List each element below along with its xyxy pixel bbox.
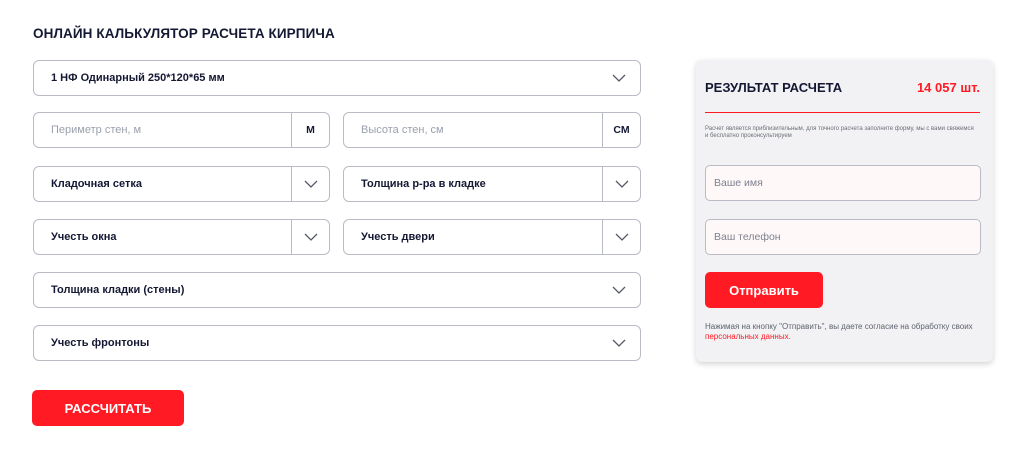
height-input[interactable]: Высота стен, см: [344, 124, 602, 136]
mesh-select[interactable]: Кладочная сетка: [33, 166, 330, 202]
consent-message: Нажимая на кнопку "Отправить", вы даете …: [705, 322, 973, 331]
doors-select[interactable]: Учесть двери: [343, 219, 641, 255]
windows-label: Учесть окна: [51, 231, 117, 243]
wall-thickness-select[interactable]: Толщина кладки (стены): [33, 272, 641, 308]
mortar-thickness-label: Толщина р-ра в кладке: [361, 178, 486, 190]
brick-type-value: 1 НФ Одинарный 250*120*65 мм: [51, 72, 225, 84]
perimeter-field[interactable]: Периметр стен, м М: [33, 112, 330, 148]
doors-label: Учесть двери: [361, 231, 435, 243]
gables-select[interactable]: Учесть фронтоны: [33, 325, 641, 361]
perimeter-unit: М: [291, 113, 329, 147]
brick-type-select[interactable]: 1 НФ Одинарный 250*120*65 мм: [33, 60, 641, 96]
gables-label: Учесть фронтоны: [51, 337, 150, 349]
chevron-down-icon: [612, 71, 626, 85]
mesh-label: Кладочная сетка: [51, 178, 142, 190]
chevron-down-icon: [304, 230, 318, 244]
name-input[interactable]: Ваше имя: [705, 165, 981, 201]
submit-button[interactable]: Отправить: [705, 272, 823, 308]
chevron-down-icon: [304, 177, 318, 191]
doors-dropdown-toggle[interactable]: [602, 220, 640, 254]
height-field[interactable]: Высота стен, см СМ: [343, 112, 641, 148]
page-title: ОНЛАЙН КАЛЬКУЛЯТОР РАСЧЕТА КИРПИЧА: [33, 26, 335, 41]
mortar-thickness-select[interactable]: Толщина р-ра в кладке: [343, 166, 641, 202]
mesh-dropdown-toggle[interactable]: [291, 167, 329, 201]
chevron-down-icon: [612, 336, 626, 350]
personal-data-link[interactable]: персональных данных.: [705, 332, 791, 341]
chevron-down-icon: [612, 283, 626, 297]
result-note: Расчет является приблизительным, для точ…: [705, 126, 974, 139]
chevron-down-icon: [615, 230, 629, 244]
mortar-dropdown-toggle[interactable]: [602, 167, 640, 201]
result-panel: РЕЗУЛЬТАТ РАСЧЕТА 14 057 шт. Расчет явля…: [696, 60, 993, 362]
wall-thickness-label: Толщина кладки (стены): [51, 284, 185, 296]
calculate-button[interactable]: РАССЧИТАТЬ: [32, 390, 184, 426]
result-count: 14 057 шт.: [916, 80, 980, 95]
phone-input[interactable]: Ваш телефон: [705, 219, 981, 255]
consent-text: Нажимая на кнопку "Отправить", вы даете …: [705, 322, 975, 342]
height-unit: СМ: [602, 113, 640, 147]
result-divider: [705, 112, 980, 113]
windows-select[interactable]: Учесть окна: [33, 219, 330, 255]
chevron-down-icon: [615, 177, 629, 191]
result-title: РЕЗУЛЬТАТ РАСЧЕТА: [705, 80, 843, 95]
windows-dropdown-toggle[interactable]: [291, 220, 329, 254]
perimeter-input[interactable]: Периметр стен, м: [34, 124, 291, 136]
